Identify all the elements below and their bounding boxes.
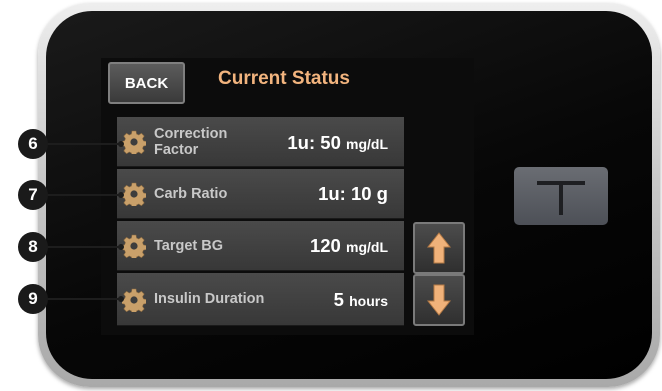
back-button[interactable]: BACK — [108, 62, 185, 104]
setting-row-correction-factor[interactable]: Correction Factor 1u: 50 mg/dL — [117, 117, 404, 167]
gear-icon — [122, 130, 146, 154]
callout-line — [47, 246, 122, 248]
scroll-down-button[interactable] — [413, 274, 465, 326]
setting-value: 1u: 50 mg/dL — [287, 132, 388, 154]
callout-line — [47, 143, 122, 145]
callout-dot — [118, 244, 124, 250]
setting-value: 120 mg/dL — [310, 235, 388, 257]
setting-value-number: 120 — [309, 235, 341, 256]
callout-badge: 9 — [18, 284, 48, 314]
setting-value-unit: mg/dL — [346, 239, 388, 255]
gear-icon — [122, 288, 146, 312]
setting-value: 1u: 10 g — [318, 183, 388, 204]
setting-label: Correction Factor — [154, 126, 227, 158]
setting-row-target-bg[interactable]: Target BG 120 mg/dL — [117, 221, 404, 271]
callout-dot — [118, 192, 124, 198]
setting-value: 5 hours — [334, 289, 388, 311]
setting-value-number: 1u: 50 — [287, 132, 341, 153]
callout-line — [47, 194, 122, 196]
settings-list: Correction Factor 1u: 50 mg/dL Carb Rati… — [117, 117, 404, 326]
setting-label-line1: Correction — [154, 126, 228, 142]
setting-label: Target BG — [154, 238, 224, 254]
arrow-up-icon — [426, 232, 452, 264]
setting-label: Carb Ratio — [154, 186, 228, 202]
setting-row-carb-ratio[interactable]: Carb Ratio 1u: 10 g — [117, 169, 404, 219]
t-logo-icon — [537, 181, 585, 215]
callout-badge: 7 — [18, 180, 48, 210]
callout-dot — [118, 296, 124, 302]
gear-icon — [122, 234, 146, 258]
callout-dot — [118, 141, 124, 147]
setting-value-number: 5 — [333, 289, 344, 310]
setting-row-insulin-duration[interactable]: Insulin Duration 5 hours — [117, 273, 404, 326]
setting-value-unit: hours — [349, 293, 388, 309]
arrow-down-icon — [426, 284, 452, 316]
scroll-up-button[interactable] — [413, 222, 465, 274]
callout-badge: 8 — [18, 232, 48, 262]
gear-icon — [122, 182, 146, 206]
setting-label: Insulin Duration — [154, 291, 265, 307]
callout-line — [47, 298, 122, 300]
setting-label-line2: Factor — [154, 142, 199, 158]
page-title: Current Status — [218, 68, 350, 89]
screen-on-button[interactable] — [514, 167, 608, 225]
callout-badge: 6 — [18, 129, 48, 159]
setting-value-unit: mg/dL — [346, 136, 388, 152]
